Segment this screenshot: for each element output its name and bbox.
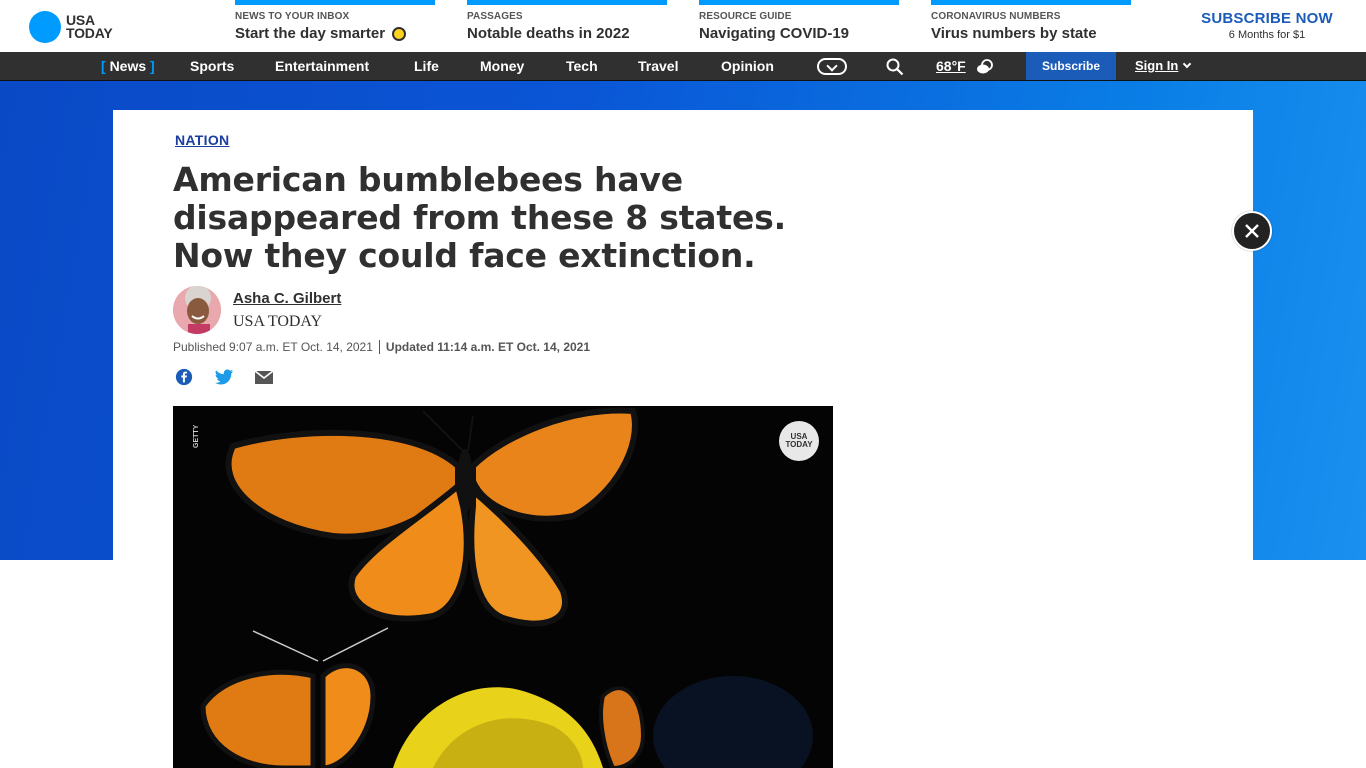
promo-covid-guide[interactable]: RESOURCE GUIDE Navigating COVID-19 [699, 0, 899, 52]
subscribe-button[interactable]: Subscribe [1026, 52, 1116, 80]
promo-bar [699, 0, 899, 5]
promo-kicker: NEWS TO YOUR INBOX [235, 11, 350, 22]
facebook-icon[interactable] [174, 368, 194, 386]
usa-today-badge: USA TODAY [779, 421, 819, 461]
nav-active-bracket-close: ] [150, 58, 155, 74]
sun-icon [392, 26, 407, 41]
promo-headline: Virus numbers by state [931, 25, 1097, 42]
promo-kicker: RESOURCE GUIDE [699, 11, 792, 22]
promo-headline: Start the day smarter [235, 25, 435, 42]
author-organization: USA TODAY [233, 313, 323, 330]
section-tag[interactable]: NATION [175, 132, 229, 148]
promo-bar [235, 0, 435, 5]
nav-item-sports[interactable]: Sports [190, 52, 234, 80]
nav-active-bracket-open: [ [101, 58, 106, 74]
twitter-icon[interactable] [214, 368, 234, 386]
subscribe-now-promo[interactable]: SUBSCRIBE NOW 6 Months for $1 [1197, 10, 1337, 41]
top-bar: USA TODAY NEWS TO YOUR INBOX Start the d… [0, 0, 1366, 52]
nav-item-entertainment[interactable]: Entertainment [275, 52, 369, 80]
nav-item-tech[interactable]: Tech [566, 52, 598, 80]
logo-text: USA TODAY [66, 13, 113, 41]
promo-virus-numbers[interactable]: CORONAVIRUS NUMBERS Virus numbers by sta… [931, 0, 1131, 52]
author-name[interactable]: Asha C. Gilbert [233, 290, 341, 307]
logo-circle [29, 11, 61, 43]
subscribe-now-subtitle: 6 Months for $1 [1228, 29, 1306, 41]
nav-item-life[interactable]: Life [414, 52, 439, 80]
promo-newsletter[interactable]: NEWS TO YOUR INBOX Start the day smarter [235, 0, 435, 52]
dateline: Published 9:07 a.m. ET Oct. 14, 2021 Upda… [173, 340, 590, 354]
updated-value: 11:14 a.m. ET Oct. 14, 2021 [437, 340, 591, 354]
updated-label: Updated [385, 340, 434, 354]
badge-line2: TODAY [785, 440, 813, 449]
nav-item-news[interactable]: [ News ] [101, 52, 155, 80]
promo-passages[interactable]: PASSAGES Notable deaths in 2022 [467, 0, 667, 52]
sign-in-label: Sign In [1135, 58, 1179, 73]
logo-line2: TODAY [66, 25, 113, 41]
promo-bar [467, 0, 667, 5]
author-avatar[interactable] [173, 286, 221, 334]
video-thumbnail-monarch-butterflies [173, 406, 833, 768]
video-player[interactable] [173, 406, 833, 768]
main-nav: [ News ] Sports Entertainment Life Money… [0, 52, 1366, 81]
search-icon[interactable] [886, 58, 904, 76]
photo-credit: GETTY [193, 424, 200, 448]
close-button[interactable] [1232, 211, 1272, 251]
dateline-divider [378, 340, 380, 354]
author-photo [173, 286, 221, 334]
updated-date: Updated 11:14 a.m. ET Oct. 14, 2021 [386, 340, 590, 354]
sign-in-button[interactable]: Sign In [1135, 52, 1192, 80]
usa-today-logo[interactable]: USA TODAY [29, 11, 129, 43]
published-date: Published 9:07 a.m. ET Oct. 14, 2021 [173, 340, 373, 354]
mail-icon[interactable] [254, 368, 274, 386]
nav-item-opinion[interactable]: Opinion [721, 52, 774, 80]
promo-headline-text: Start the day smarter [235, 25, 386, 42]
promo-bar [931, 0, 1131, 5]
promo-kicker: CORONAVIRUS NUMBERS [931, 11, 1061, 22]
subscribe-now-title: SUBSCRIBE NOW [1201, 10, 1333, 27]
chevron-down-icon [1183, 59, 1192, 69]
promo-headline: Notable deaths in 2022 [467, 25, 630, 42]
nav-item-travel[interactable]: Travel [638, 52, 678, 80]
weather-temperature[interactable]: 68°F [936, 52, 966, 80]
nav-item-money[interactable]: Money [480, 52, 524, 80]
promo-headline: Navigating COVID-19 [699, 25, 850, 42]
weather-icon[interactable] [975, 58, 995, 76]
article-title: American bumblebees have disappeared fro… [173, 160, 786, 275]
nav-item-label: News [109, 58, 147, 74]
promo-kicker: PASSAGES [467, 11, 523, 22]
close-icon [1245, 224, 1259, 238]
more-menu-button[interactable] [817, 58, 847, 75]
